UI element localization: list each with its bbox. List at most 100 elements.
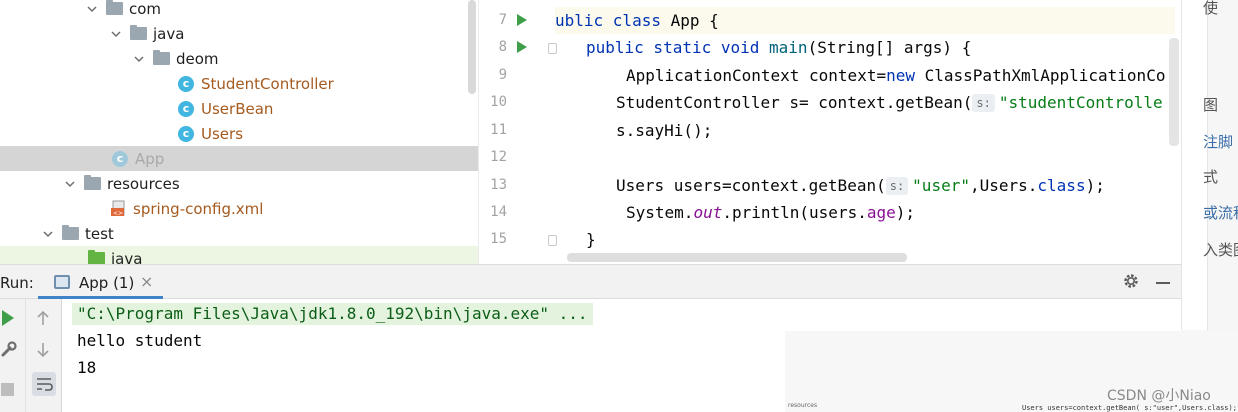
soft-wrap-icon[interactable] [32, 372, 56, 396]
tree-item-com[interactable]: com [0, 0, 478, 21]
xml-file-icon: <> [111, 200, 125, 217]
code-token: .println(users. [722, 203, 867, 222]
code-line-9[interactable]: ApplicationContext context=new ClassPath… [626, 62, 1165, 89]
console-icon [54, 275, 70, 289]
code-token-keyword: class [1037, 176, 1086, 195]
run-gutter-icon[interactable] [517, 14, 527, 26]
gutter-line: 10 [479, 89, 549, 116]
run-toolwindow-header: Run: App (1) × [0, 264, 1181, 299]
line-number: 14 [490, 204, 507, 220]
code-token-keyword: new [886, 66, 915, 85]
code-token: } [586, 230, 596, 249]
line-number: 10 [490, 94, 507, 110]
gutter-line: 8 [479, 34, 557, 61]
chevron-down-icon[interactable] [110, 28, 122, 40]
fold-icon[interactable] [548, 235, 557, 246]
tree-item-userbean[interactable]: c UserBean [0, 96, 478, 121]
parameter-hint: s: [885, 177, 909, 195]
code-token: ,Users. [969, 176, 1038, 195]
tree-item-resources[interactable]: resources [0, 171, 478, 196]
package-folder-icon [106, 0, 123, 15]
parameter-hint: s: [972, 94, 995, 112]
code-line-13[interactable]: Users users=context.getBean(s: "user",Use… [616, 172, 1105, 199]
code-token-keyword: public static void [586, 38, 770, 57]
stop-icon[interactable] [1, 383, 14, 396]
minimize-icon[interactable] [1156, 282, 1170, 284]
code-token: ); [1085, 176, 1105, 195]
runnable-class-icon: c [112, 150, 128, 167]
rerun-icon[interactable] [2, 310, 14, 326]
code-line-15[interactable]: } [586, 226, 596, 253]
test-folder-icon [88, 250, 105, 264]
gutter-line: 13 [479, 172, 549, 199]
console-output-line: 18 [77, 358, 97, 377]
side-menu-item[interactable]: 注脚 [1203, 131, 1233, 152]
side-menu-item[interactable]: 入类图 [1203, 239, 1238, 260]
tree-item-deom[interactable]: deom [0, 46, 478, 71]
code-token-static-field: out [693, 203, 723, 222]
code-token: s.sayHi(); [616, 121, 713, 140]
gutter-line: 9 [479, 62, 549, 89]
gutter-line: 7 [479, 7, 549, 34]
arrow-up-icon[interactable] [36, 310, 50, 326]
watermark: CSDN @小Niao [1107, 388, 1211, 404]
tree-item-java[interactable]: java [0, 21, 478, 46]
tree-item-label: Users [201, 124, 244, 143]
chevron-down-icon[interactable] [133, 53, 145, 65]
line-number: 13 [490, 177, 507, 193]
code-token: (String[] args) { [807, 38, 972, 57]
gear-icon[interactable] [1122, 272, 1140, 290]
tree-item-studentcontroller[interactable]: c StudentController [0, 71, 478, 96]
run-gutter-icon[interactable] [517, 41, 527, 53]
code-token: System. [626, 203, 694, 222]
chevron-down-icon[interactable] [86, 3, 98, 15]
tree-item-users[interactable]: c Users [0, 121, 478, 146]
thumbnail-text: Users users=context.getBean( s:"user",Us… [1022, 404, 1237, 412]
line-number: 11 [490, 122, 507, 138]
package-folder-icon [130, 25, 147, 40]
arrow-down-icon[interactable] [36, 342, 50, 358]
tree-item-test-java[interactable]: java [0, 246, 478, 264]
code-line-7[interactable]: ublic class App { [555, 7, 1175, 34]
side-menu-item[interactable]: 或流程 [1203, 202, 1238, 223]
code-editor[interactable]: 7 8 9 10 11 12 13 14 15 ublic class App … [478, 0, 1181, 264]
wrench-icon[interactable] [0, 340, 18, 358]
chevron-down-icon[interactable] [64, 178, 76, 190]
tree-scrollbar[interactable] [468, 0, 476, 94]
side-menu-item[interactable]: 图 [1203, 94, 1218, 115]
side-menu-item[interactable]: 式 [1203, 166, 1218, 187]
tree-item-test[interactable]: test [0, 221, 478, 246]
line-number: 15 [490, 231, 507, 247]
editor-gutter: 7 8 9 10 11 12 13 14 15 [479, 0, 557, 264]
close-icon[interactable]: × [140, 272, 153, 291]
code-line-11[interactable]: s.sayHi(); [616, 117, 712, 144]
tree-item-label: UserBean [201, 99, 274, 118]
line-number: 9 [498, 67, 507, 83]
code-line-10[interactable]: StudentController s= context.getBean(s: "… [616, 89, 1163, 116]
class-icon: c [178, 75, 194, 92]
chevron-down-icon[interactable] [42, 228, 54, 240]
tree-item-label: deom [176, 49, 219, 68]
run-tab-app[interactable]: App (1) × [38, 265, 163, 299]
code-token-classname: App [670, 11, 700, 30]
code-token-field: age [866, 203, 896, 222]
package-folder-icon [153, 50, 170, 65]
code-line-8[interactable]: public static void main(String[] args) { [586, 34, 971, 61]
tree-item-label: java [111, 249, 143, 265]
thumbnail-text: resources [788, 402, 818, 409]
run-panel-title: Run: [0, 274, 34, 292]
class-icon: c [178, 100, 194, 117]
editor-horizontal-scrollbar[interactable] [567, 253, 907, 262]
code-line-14[interactable]: System.out.println(users.age); [626, 199, 915, 226]
resources-folder-icon [84, 175, 101, 190]
tree-item-spring-config[interactable]: <> spring-config.xml [0, 196, 478, 221]
line-number: 12 [490, 149, 507, 165]
fold-icon[interactable] [548, 43, 557, 54]
tree-item-label: test [85, 224, 114, 243]
editor-vertical-scrollbar[interactable] [1169, 38, 1179, 146]
gutter-line: 15 [479, 226, 557, 253]
side-text: 使 [1203, 0, 1219, 17]
console-command-line: "C:\Program Files\Java\jdk1.8.0_192\bin\… [72, 303, 593, 325]
tree-item-app[interactable]: c App [0, 146, 478, 171]
code-token-string: "user" [912, 176, 970, 195]
